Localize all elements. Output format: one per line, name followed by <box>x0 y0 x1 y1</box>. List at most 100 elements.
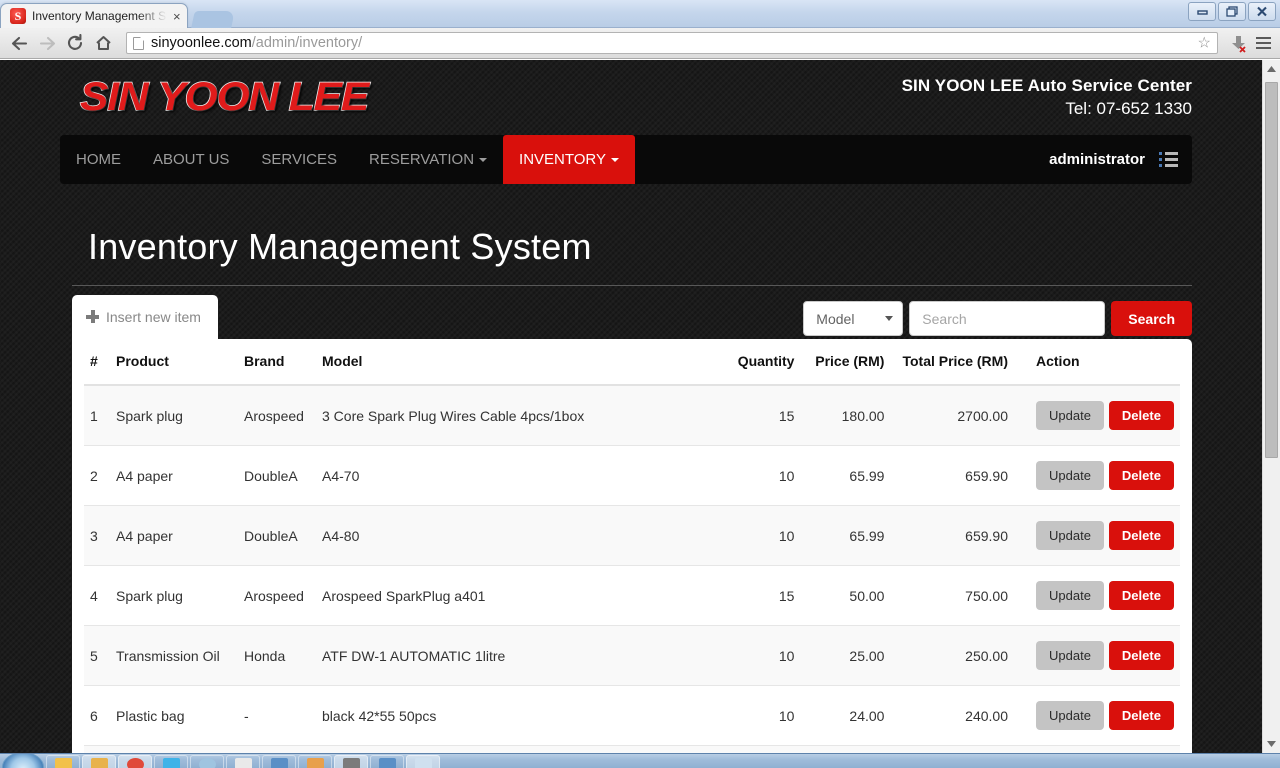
col-header-action: Action <box>1030 339 1180 386</box>
taskbar-item[interactable] <box>406 755 440 768</box>
cell-total: 250.00 <box>896 625 1030 686</box>
nav-label: RESERVATION <box>369 151 475 168</box>
taskbar-item[interactable] <box>298 755 332 768</box>
cell-quantity: 10 <box>708 625 801 686</box>
cell-total: 750.00 <box>896 565 1030 626</box>
cell-product: Brake Fluid <box>110 745 238 753</box>
taskbar-item[interactable] <box>190 755 224 768</box>
browser-tab[interactable]: S Inventory Management Sy × <box>0 3 188 28</box>
cell-action: UpdateDelete <box>1030 445 1180 506</box>
list-menu-icon[interactable] <box>1159 152 1178 167</box>
cell-quantity: 10 <box>708 745 801 753</box>
download-icon[interactable] <box>1226 30 1250 56</box>
taskbar-item[interactable] <box>46 755 80 768</box>
table-row: 2 A4 paper DoubleA A4-70 10 65.99 659.90 Update… <box>84 445 1180 506</box>
browser-menu-icon[interactable] <box>1252 30 1274 56</box>
update-button[interactable]: Update <box>1036 521 1104 550</box>
cell-index: 1 <box>84 385 110 446</box>
address-host: sinyoonlee.com <box>151 35 252 51</box>
site-header: SIN YOON LEE SIN YOON LEE Auto Service C… <box>0 60 1262 135</box>
taskbar-icon <box>342 758 360 768</box>
cell-action: UpdateDelete <box>1030 385 1180 446</box>
cell-price: 50.00 <box>800 565 897 626</box>
title-divider <box>72 285 1192 286</box>
tab-close-icon[interactable]: × <box>173 10 181 23</box>
delete-button[interactable]: Delete <box>1108 701 1174 730</box>
update-button[interactable]: Update <box>1036 701 1104 730</box>
taskbar-item[interactable] <box>262 755 296 768</box>
start-button[interactable] <box>2 754 44 768</box>
home-icon[interactable] <box>90 30 116 56</box>
nav-item-inventory[interactable]: INVENTORY <box>503 135 635 184</box>
restore-button[interactable] <box>1218 2 1246 21</box>
taskbar-item[interactable] <box>154 755 188 768</box>
taskbar-item[interactable] <box>334 755 368 768</box>
taskbar-icon <box>198 758 216 768</box>
current-user-label[interactable]: administrator <box>1049 151 1145 168</box>
cell-brand: Honda <box>238 625 316 686</box>
search-input[interactable] <box>909 301 1106 336</box>
update-button[interactable]: Update <box>1036 461 1104 490</box>
taskbar-item[interactable] <box>118 755 152 768</box>
search-group: Model Search <box>803 301 1192 336</box>
taskbar-item[interactable] <box>226 755 260 768</box>
reload-icon[interactable] <box>62 30 88 56</box>
scroll-down-arrow-icon[interactable] <box>1263 735 1280 753</box>
table-row: 6 Plastic bag - black 42*55 50pcs 10 24.00 240… <box>84 685 1180 746</box>
cell-model: A4-80 <box>316 505 709 566</box>
window-controls <box>1188 2 1276 21</box>
delete-button[interactable]: Delete <box>1108 461 1174 490</box>
taskbar-icon <box>126 758 144 768</box>
nav-item-about-us[interactable]: ABOUT US <box>137 135 245 184</box>
site-logo[interactable]: SIN YOON LEE <box>79 74 370 120</box>
cell-quantity: 15 <box>708 385 801 446</box>
cell-brand: BOSCH <box>238 745 316 753</box>
search-button[interactable]: Search <box>1111 301 1192 336</box>
update-button[interactable]: Update <box>1036 401 1104 430</box>
action-buttons: Update Delete <box>1036 521 1174 550</box>
table-row: 3 A4 paper DoubleA A4-80 10 65.99 659.90 Update… <box>84 505 1180 566</box>
nav-item-services[interactable]: SERVICES <box>245 135 353 184</box>
taskbar-item[interactable] <box>82 755 116 768</box>
cell-quantity: 15 <box>708 565 801 626</box>
bookmark-star-icon[interactable]: ☆ <box>1198 36 1211 51</box>
cell-brand: Arospeed <box>238 385 316 446</box>
delete-button[interactable]: Delete <box>1108 401 1174 430</box>
taskbar-item[interactable] <box>370 755 404 768</box>
chevron-down-icon <box>611 157 619 162</box>
update-button[interactable]: Update <box>1036 641 1104 670</box>
nav-label: ABOUT US <box>153 151 230 168</box>
cell-model: A4-70 <box>316 445 709 506</box>
update-button[interactable]: Update <box>1036 581 1104 610</box>
company-info: SIN YOON LEE Auto Service Center Tel: 07… <box>902 76 1192 119</box>
table-body: 1 Spark plug Arospeed 3 Core Spark Plug Wir… <box>84 385 1180 753</box>
page-icon <box>133 36 144 50</box>
os-taskbar <box>0 753 1280 768</box>
cell-index: 7 <box>84 745 110 753</box>
inventory-table: # Product Brand Model Quantity Price (RM… <box>84 339 1180 753</box>
cell-action: UpdateDelete <box>1030 505 1180 566</box>
nav-item-home[interactable]: HOME <box>60 135 137 184</box>
address-bar[interactable]: sinyoonlee.com/admin/inventory/ ☆ <box>126 32 1218 54</box>
taskbar-icon <box>162 758 180 768</box>
back-icon[interactable] <box>6 30 32 56</box>
close-button[interactable] <box>1248 2 1276 21</box>
delete-button[interactable]: Delete <box>1108 581 1174 610</box>
tab-favicon-icon: S <box>10 8 26 24</box>
new-tab-button[interactable] <box>190 11 235 28</box>
col-header-quantity: Quantity <box>708 339 801 386</box>
delete-button[interactable]: Delete <box>1108 641 1174 670</box>
page-title: Inventory Management System <box>88 226 592 267</box>
scrollbar-thumb[interactable] <box>1265 82 1278 458</box>
minimize-button[interactable] <box>1188 2 1216 21</box>
cell-brand: Arospeed <box>238 565 316 626</box>
vertical-scrollbar[interactable] <box>1262 60 1280 753</box>
cell-product: Transmission Oil <box>110 625 238 686</box>
action-buttons: Update Delete <box>1036 461 1174 490</box>
table-header-row: # Product Brand Model Quantity Price (RM… <box>84 339 1180 386</box>
delete-button[interactable]: Delete <box>1108 521 1174 550</box>
search-filter-select[interactable]: Model <box>803 301 904 336</box>
insert-new-item-tab[interactable]: Insert new item <box>72 295 218 339</box>
nav-item-reservation[interactable]: RESERVATION <box>353 135 503 184</box>
scroll-up-arrow-icon[interactable] <box>1263 60 1280 78</box>
